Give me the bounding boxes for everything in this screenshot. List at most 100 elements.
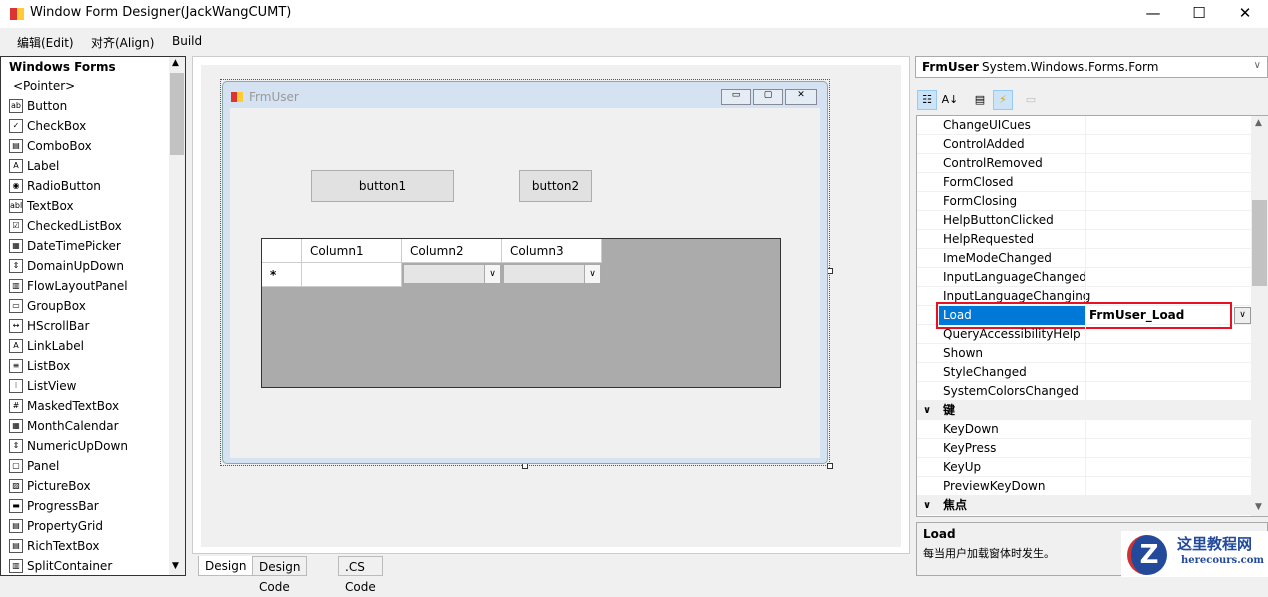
toolbox-item[interactable]: ◉ RadioButton	[9, 176, 101, 196]
property-row[interactable]: HelpRequested	[917, 230, 1251, 249]
toolbox-item[interactable]: ⇕ DomainUpDown	[9, 256, 124, 276]
minimize-button[interactable]: —	[1130, 0, 1176, 28]
toolbox-item[interactable]: ▨ PictureBox	[9, 476, 91, 496]
property-row[interactable]: HelpButtonClicked	[917, 211, 1251, 230]
toolbox-item[interactable]: A Label	[9, 156, 59, 176]
chevron-down-icon[interactable]: ∨	[584, 265, 600, 283]
property-row[interactable]: KeyUp	[917, 458, 1251, 477]
toolbox-item[interactable]: <Pointer>	[13, 76, 75, 96]
toolbox-item[interactable]: ≡ ListBox	[9, 356, 70, 376]
property-row[interactable]: ImeModeChanged	[917, 249, 1251, 268]
property-scrollbar[interactable]: ▲ ▼	[1251, 116, 1268, 516]
chevron-down-icon[interactable]: ∨	[1254, 60, 1261, 71]
description-text: 每当用户加载窗体时发生。	[923, 547, 1055, 560]
chevron-down-icon[interactable]: ∨	[1234, 307, 1251, 324]
property-row[interactable]: QueryAccessibilityHelp	[917, 325, 1251, 344]
grid-combo-cell[interactable]: ∨	[403, 264, 501, 284]
property-row[interactable]: Load FrmUser_Load ∨	[917, 302, 1251, 329]
property-row[interactable]: ChangeUICues	[917, 116, 1251, 135]
property-row[interactable]: FormClosed	[917, 173, 1251, 192]
button1[interactable]: button1	[311, 170, 454, 202]
property-row[interactable]: SystemColorsChanged	[917, 382, 1251, 401]
toolbox-item[interactable]: ▥ SplitContainer	[9, 556, 112, 576]
toolbox-item[interactable]: ▦ DateTimePicker	[9, 236, 121, 256]
events-icon[interactable]: ⚡	[993, 90, 1013, 110]
property-row[interactable]: ControlAdded	[917, 135, 1251, 154]
property-name: Shown	[943, 346, 983, 360]
toolbox-item[interactable]: ▤ ComboBox	[9, 136, 92, 156]
menu-build[interactable]: Build	[172, 34, 202, 48]
toolbox-item[interactable]: ⁝ ListView	[9, 376, 76, 396]
chevron-down-icon[interactable]: ∨	[484, 265, 500, 283]
tab-design-code[interactable]: Design Code	[252, 556, 308, 594]
toolbox-item[interactable]: ⇕ NumericUpDown	[9, 436, 128, 456]
title-bar: Window Form Designer(JackWangCUMT) — ☐ ✕	[0, 0, 1268, 28]
toolbox-item[interactable]: ↔ HScrollBar	[9, 316, 89, 336]
toolbox-item-label: ListView	[27, 379, 77, 393]
property-row[interactable]: FormClosing	[917, 192, 1251, 211]
watermark-url: herecours.com	[1181, 555, 1265, 566]
tab-cs-code[interactable]: .CS Code	[338, 556, 383, 594]
property-category[interactable]: ∨ 键	[917, 401, 1251, 420]
sort-alpha-icon[interactable]: A↓	[940, 90, 960, 110]
property-category[interactable]: ∨ 焦点	[917, 496, 1251, 515]
property-name: ImeModeChanged	[943, 251, 1052, 265]
button2[interactable]: button2	[519, 170, 592, 202]
grid-column-header[interactable]: Column1	[302, 239, 402, 263]
toolbox-item[interactable]: ✓ CheckBox	[9, 116, 86, 136]
toolbox-item[interactable]: ab Button	[9, 96, 67, 116]
close-button[interactable]: ✕	[1222, 0, 1268, 28]
property-pages-icon[interactable]: ▭	[1021, 90, 1041, 110]
property-name: KeyPress	[943, 441, 997, 455]
categorized-icon[interactable]: ☷	[917, 90, 937, 110]
toolbox-item-label: GroupBox	[27, 299, 86, 313]
object-type: System.Windows.Forms.Form	[982, 60, 1159, 74]
menu-edit[interactable]: 编辑(Edit)	[17, 34, 74, 51]
toolbox-item[interactable]: ▭ GroupBox	[9, 296, 86, 316]
grid-column-header[interactable]: Column2	[402, 239, 502, 263]
toolbox-item[interactable]: abl TextBox	[9, 196, 74, 216]
toolbox-item-icon: ▤	[9, 139, 23, 153]
toolbox-item-label: RadioButton	[27, 179, 101, 193]
toolbox-item-icon: A	[9, 339, 23, 353]
grid-column-header[interactable]: Column3	[502, 239, 602, 263]
toolbox-item-label: MonthCalendar	[27, 419, 119, 433]
properties-icon[interactable]: ▤	[970, 90, 990, 110]
toolbox-item-label: CheckBox	[27, 119, 87, 133]
property-row[interactable]: ControlRemoved	[917, 154, 1251, 173]
toolbox-item[interactable]: ▢ Panel	[9, 456, 59, 476]
property-row[interactable]: KeyPress	[917, 439, 1251, 458]
toolbox-item[interactable]: ▦ MonthCalendar	[9, 416, 119, 436]
property-row[interactable]: Shown	[917, 344, 1251, 363]
data-grid-view[interactable]: Column1 Column2 Column3 * ∨ ∨	[261, 238, 781, 388]
toolbox-scrollbar[interactable]: ▲ ▼	[169, 57, 185, 575]
property-name: HelpButtonClicked	[943, 213, 1054, 227]
property-row[interactable]: KeyDown	[917, 420, 1251, 439]
toolbox-item[interactable]: ▤ PropertyGrid	[9, 516, 103, 536]
toolbox-item[interactable]: ▤ RichTextBox	[9, 536, 99, 556]
toolbox-item[interactable]: ▬ ProgressBar	[9, 496, 99, 516]
toolbox-item[interactable]: A LinkLabel	[9, 336, 84, 356]
collapse-icon[interactable]: ∨	[923, 401, 931, 420]
object-selector[interactable]: FrmUser System.Windows.Forms.Form ∨	[915, 56, 1268, 78]
maximize-button[interactable]: ☐	[1176, 0, 1222, 28]
resize-handle-corner[interactable]	[827, 463, 833, 469]
property-row[interactable]: InputLanguageChanged	[917, 268, 1251, 287]
toolbox-item-label: ComboBox	[27, 139, 92, 153]
toolbox-item-label: DomainUpDown	[27, 259, 124, 273]
property-row[interactable]: PreviewKeyDown	[917, 477, 1251, 496]
toolbox-item[interactable]: # MaskedTextBox	[9, 396, 119, 416]
property-name: QueryAccessibilityHelp	[943, 327, 1081, 341]
form-title: FrmUser	[249, 90, 299, 104]
toolbox-item-icon: ⁝	[9, 379, 23, 393]
grid-cell[interactable]	[302, 263, 402, 287]
property-row[interactable]: StyleChanged	[917, 363, 1251, 382]
toolbox-item[interactable]: ▥ FlowLayoutPanel	[9, 276, 128, 296]
menu-align[interactable]: 对齐(Align)	[91, 34, 154, 51]
tab-design[interactable]: Design	[198, 556, 254, 576]
toolbox-item-icon: abl	[9, 199, 23, 213]
collapse-icon[interactable]: ∨	[923, 496, 931, 515]
grid-combo-cell[interactable]: ∨	[503, 264, 601, 284]
toolbox-item-label: LinkLabel	[27, 339, 84, 353]
toolbox-item[interactable]: ☑ CheckedListBox	[9, 216, 122, 236]
